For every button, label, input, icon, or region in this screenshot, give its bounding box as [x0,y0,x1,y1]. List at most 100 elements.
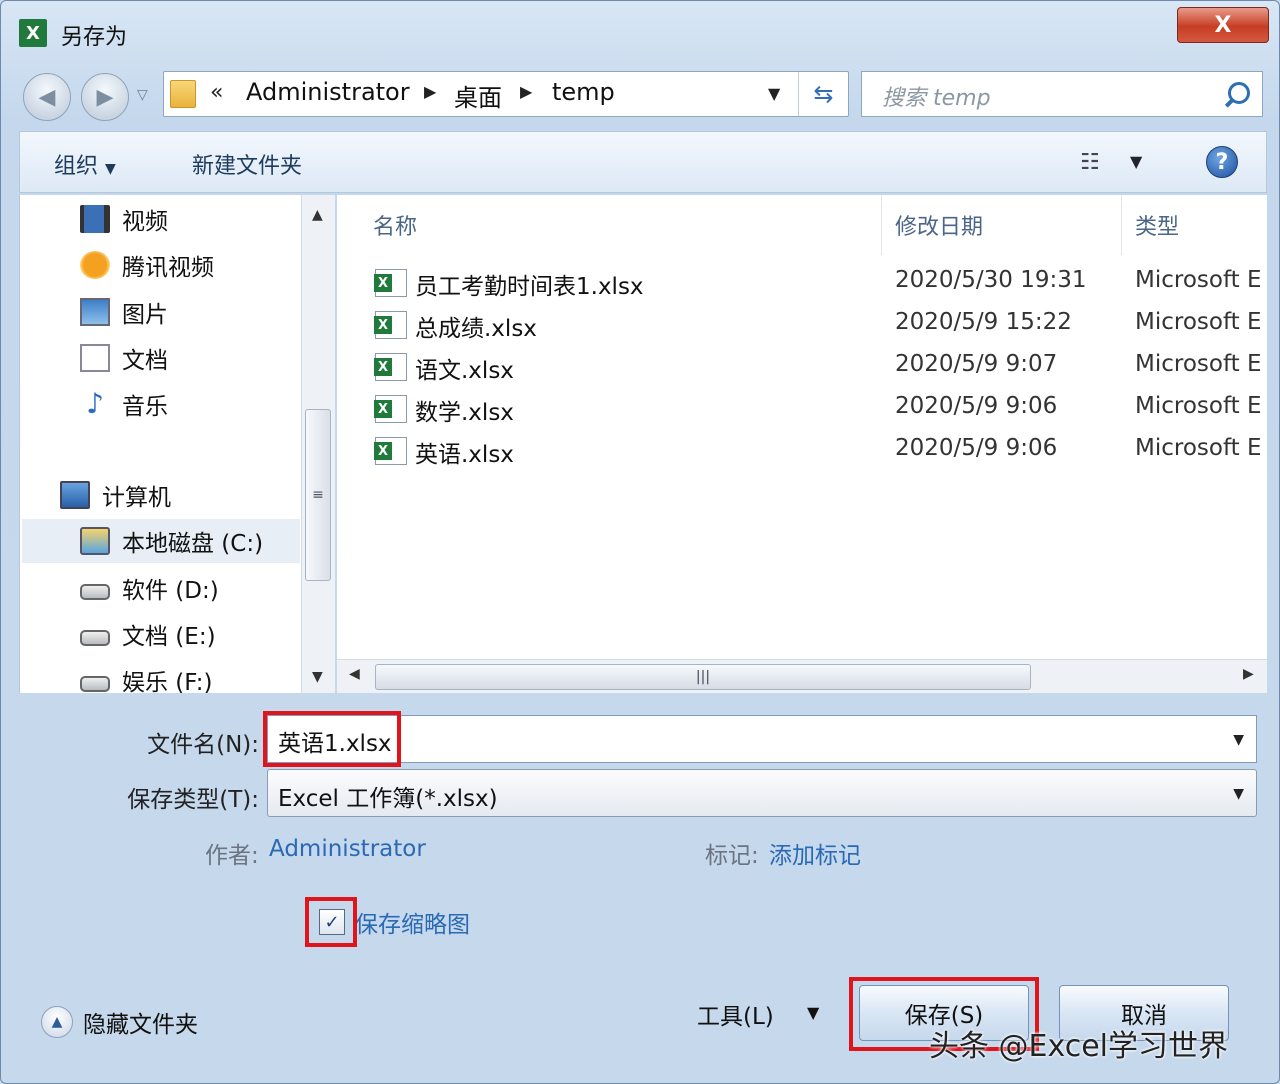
column-header-date[interactable]: 修改日期 [895,209,983,241]
file-list: 名称 修改日期 类型 X 员工考勤时间表1.xlsx 2020/5/30 19:… [337,195,1267,659]
nav-label: 软件 (D:) [122,578,219,604]
tools-menu[interactable]: 工具(L) [697,997,774,1031]
breadcrumb-desktop[interactable]: 桌面 [454,78,502,113]
scroll-left-arrow-icon[interactable]: ◀ [349,666,360,682]
file-name: 总成绩.xlsx [415,316,537,342]
command-toolbar: 组织 ▼ 新建文件夹 ☷ ▼ ? [19,131,1267,193]
search-icon[interactable] [1228,82,1250,104]
help-icon[interactable]: ? [1206,146,1238,178]
file-row[interactable]: X 数学.xlsx 2020/5/9 9:06 Microsoft E [337,389,1267,429]
recent-locations-dropdown[interactable]: ▽ [137,87,148,103]
save-type-label: 保存类型(T): [127,787,259,813]
chevron-down-icon[interactable]: ▼ [1233,732,1244,748]
file-row[interactable]: X 英语.xlsx 2020/5/9 9:06 Microsoft E [337,431,1267,471]
highlight-box [305,897,357,947]
view-options-icon[interactable]: ☷ [1080,150,1100,175]
hard-drive-icon [80,676,110,692]
file-row[interactable]: X 总成绩.xlsx 2020/5/9 15:22 Microsoft E [337,305,1267,345]
file-row[interactable]: X 语文.xlsx 2020/5/9 9:07 Microsoft E [337,347,1267,387]
scroll-up-arrow-icon[interactable]: ▲ [312,207,323,223]
scroll-right-arrow-icon[interactable]: ▶ [1243,666,1254,682]
chevron-down-icon[interactable]: ▼ [807,1003,819,1022]
file-name: 语文.xlsx [415,358,514,384]
nav-item-videos[interactable]: 视频 [80,199,168,239]
new-folder-button[interactable]: 新建文件夹 [192,148,302,180]
file-date: 2020/5/30 19:31 [895,267,1087,293]
address-bar[interactable]: « Administrator ▶ 桌面 ▶ temp ▼ ⇆ [163,71,849,117]
excel-app-icon: X [19,19,47,47]
save-type-value: Excel 工作簿(*.xlsx) [278,786,498,812]
close-button[interactable]: X [1177,7,1269,43]
file-date: 2020/5/9 9:06 [895,435,1058,461]
scroll-down-arrow-icon[interactable]: ▼ [312,669,323,685]
excel-file-icon: X [374,353,407,381]
nav-item-pictures[interactable]: 图片 [80,292,168,332]
author-value[interactable]: Administrator [269,836,426,862]
nav-label: 娱乐 (F:) [122,670,213,693]
file-name: 数学.xlsx [415,400,514,426]
system-drive-icon [80,527,110,555]
filename-input[interactable]: 英语1.xlsx ▼ [267,715,1257,763]
nav-label: 文档 (E:) [122,624,216,650]
add-tags-link[interactable]: 添加标记 [769,836,861,870]
nav-label: 文档 [122,348,168,374]
folder-icon [170,80,196,108]
nav-vertical-scrollbar[interactable]: ▲ ≡ ▼ [301,195,335,693]
nav-label: 音乐 [122,394,168,420]
scrollbar-thumb[interactable]: ||| [375,664,1031,690]
filename-label: 文件名(N): [147,732,259,758]
refresh-button[interactable]: ⇆ [798,72,848,116]
scrollbar-thumb[interactable]: ≡ [305,409,331,581]
column-header-name[interactable]: 名称 [373,209,417,241]
nav-item-drive-c[interactable]: 本地磁盘 (C:) [80,521,263,561]
nav-item-drive-f[interactable]: 娱乐 (F:) [80,660,212,693]
view-dropdown-icon[interactable]: ▼ [1130,152,1142,171]
breadcrumb-overflow[interactable]: « [210,80,223,105]
column-divider[interactable] [881,195,882,255]
back-button[interactable]: ◀ [23,73,71,121]
column-divider[interactable] [1121,195,1122,255]
breadcrumb-administrator[interactable]: Administrator [246,78,410,106]
file-name: 英语.xlsx [415,442,514,468]
organize-label: 组织 [54,154,99,179]
hard-drive-icon [80,630,110,646]
excel-file-icon: X [374,311,407,339]
chevron-right-icon[interactable]: ▶ [520,82,532,101]
save-as-dialog: X 另存为 X ◀ ▶ ▽ « Administrator ▶ 桌面 ▶ tem… [0,0,1280,1084]
excel-file-icon: X [374,437,407,465]
watermark: 头条 @Excel学习世界 [929,1029,1229,1064]
nav-item-computer[interactable]: 计算机 [60,475,171,515]
search-box[interactable]: 搜索 temp [861,71,1263,117]
nav-label: 腾讯视频 [122,255,214,281]
nav-label: 图片 [122,302,168,328]
chevron-down-icon[interactable]: ▼ [1233,786,1244,802]
highlight-box [263,711,401,767]
column-header-type[interactable]: 类型 [1135,209,1179,241]
pictures-icon [80,298,110,326]
file-type: Microsoft E [1135,267,1262,293]
nav-item-music[interactable]: ♪ 音乐 [80,384,168,424]
chevron-right-icon[interactable]: ▶ [424,82,436,101]
nav-item-drive-e[interactable]: 文档 (E:) [80,614,216,654]
organize-menu[interactable]: 组织 ▼ [54,148,116,180]
computer-icon [60,481,90,509]
save-thumbnail-label[interactable]: 保存缩略图 [355,905,470,939]
address-dropdown-icon[interactable]: ▼ [768,84,780,103]
nav-item-drive-d[interactable]: 软件 (D:) [80,568,219,608]
file-list-horizontal-scrollbar[interactable]: ◀ ||| ▶ [337,659,1267,693]
forward-button[interactable]: ▶ [81,73,129,121]
search-placeholder: 搜索 temp [882,86,991,111]
save-type-select[interactable]: Excel 工作簿(*.xlsx) ▼ [267,769,1257,817]
chevron-down-icon: ▼ [105,161,116,177]
breadcrumb-temp[interactable]: temp [552,78,615,106]
excel-file-icon: X [374,269,407,297]
back-arrow-icon: ◀ [38,84,56,110]
nav-item-tencent-video[interactable]: 腾讯视频 [80,245,214,285]
nav-item-documents[interactable]: 文档 [80,338,168,378]
hide-folders-button[interactable]: ▲ 隐藏文件夹 [41,1005,198,1039]
dialog-title: 另存为 [61,25,128,50]
file-row[interactable]: X 员工考勤时间表1.xlsx 2020/5/30 19:31 Microsof… [337,263,1267,303]
hide-folders-label: 隐藏文件夹 [83,1012,198,1038]
file-date: 2020/5/9 9:07 [895,351,1058,377]
navigation-pane: 视频 腾讯视频 图片 文档 ♪ 音乐 计算机 本地磁盘 (C:) 软件 (D:) … [19,195,335,693]
